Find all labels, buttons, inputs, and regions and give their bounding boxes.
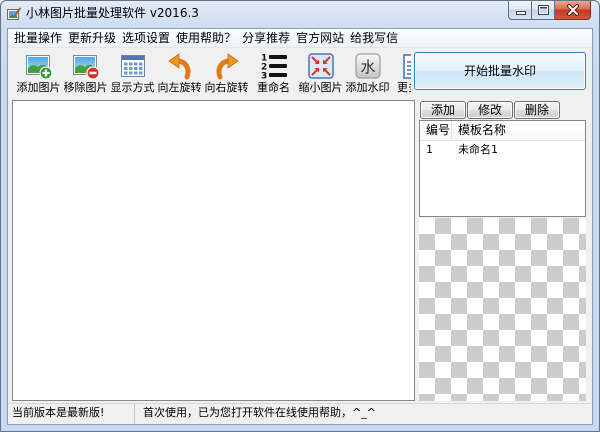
template-list[interactable]: 编号 模板名称 1 未命名1 — [419, 120, 586, 217]
view-mode-button[interactable]: 显示方式 — [109, 48, 156, 99]
column-header-number[interactable]: 编号 — [420, 121, 452, 140]
add-image-icon — [25, 52, 53, 80]
rename-icon: 1 2 3 — [260, 52, 288, 80]
menu-help[interactable]: 使用帮助？ — [173, 29, 239, 47]
shrink-image-label: 缩小图片 — [298, 81, 343, 94]
column-header-template-name[interactable]: 模板名称 — [452, 121, 585, 140]
watermark-preview — [419, 218, 586, 401]
more-button[interactable]: 更多 — [391, 48, 411, 99]
rotate-right-label: 向右旋转 — [204, 81, 249, 94]
template-delete-button[interactable]: 删除 — [514, 101, 560, 119]
rename-icon-digit: 3 — [261, 72, 267, 81]
template-list-header: 编号 模板名称 — [420, 121, 585, 141]
status-bar: 当前版本是最新版! 首次使用，已为您打开软件在线使用帮助，^_^ — [8, 403, 592, 424]
rotate-left-icon — [166, 52, 194, 80]
remove-image-icon — [72, 52, 100, 80]
view-mode-icon — [119, 52, 147, 80]
template-add-button[interactable]: 添加 — [420, 101, 466, 119]
rotate-right-button[interactable]: 向右旋转 — [203, 48, 250, 99]
table-row[interactable]: 1 未命名1 — [420, 141, 585, 158]
status-version: 当前版本是最新版! — [8, 404, 135, 424]
watermark-icon-glyph: 水 — [360, 58, 375, 76]
menu-write-to-me[interactable]: 给我写信 — [347, 29, 401, 47]
watermark-icon: 水 — [354, 52, 382, 80]
app-icon[interactable] — [7, 7, 21, 21]
template-edit-button[interactable]: 修改 — [467, 101, 513, 119]
image-list-panel[interactable] — [12, 100, 415, 401]
menu-options[interactable]: 选项设置 — [119, 29, 173, 47]
shrink-image-icon — [307, 52, 335, 80]
rename-label: 重命名 — [257, 81, 290, 94]
view-mode-label: 显示方式 — [110, 81, 155, 94]
rename-button[interactable]: 1 2 3 重命名 — [250, 48, 297, 99]
close-button[interactable] — [555, 1, 591, 20]
shrink-image-button[interactable]: 缩小图片 — [297, 48, 344, 99]
menu-update[interactable]: 更新升级 — [65, 29, 119, 47]
app-window: 小林图片批量处理软件 v2016.3 批量操作 更新升级 选项设置 使用帮助？ … — [0, 0, 600, 432]
status-message: 首次使用，已为您打开软件在线使用帮助，^_^ — [143, 406, 376, 419]
minimize-icon — [516, 11, 526, 15]
remove-image-label: 移除图片 — [63, 81, 108, 94]
close-icon — [567, 4, 579, 16]
template-name-cell: 未命名1 — [458, 143, 498, 156]
more-icon — [401, 52, 411, 80]
menu-share[interactable]: 分享推荐 — [239, 29, 293, 47]
client-area: 批量操作 更新升级 选项设置 使用帮助？ 分享推荐 官方网站 给我写信 添加图片… — [8, 29, 592, 424]
rotate-left-button[interactable]: 向左旋转 — [156, 48, 203, 99]
add-image-label: 添加图片 — [16, 81, 61, 94]
more-label: 更多 — [397, 81, 411, 94]
add-watermark-label: 添加水印 — [345, 81, 390, 94]
menu-batch-operations[interactable]: 批量操作 — [11, 29, 65, 47]
minimize-button[interactable] — [508, 1, 532, 20]
maximize-button[interactable] — [532, 1, 555, 20]
toolbar: 添加图片 移除图片 显示方式 向左旋转 向右旋转 1 2 3 重命名 缩小图片 … — [12, 48, 411, 99]
template-number-cell: 1 — [426, 143, 433, 156]
start-batch-watermark-button[interactable]: 开始批量水印 — [414, 52, 586, 90]
add-watermark-button[interactable]: 水 添加水印 — [344, 48, 391, 99]
add-image-button[interactable]: 添加图片 — [15, 48, 62, 99]
menu-official-site[interactable]: 官方网站 — [293, 29, 347, 47]
rotate-right-icon — [213, 52, 241, 80]
menu-bar: 批量操作 更新升级 选项设置 使用帮助？ 分享推荐 官方网站 给我写信 — [8, 29, 592, 48]
remove-image-button[interactable]: 移除图片 — [62, 48, 109, 99]
window-title: 小林图片批量处理软件 v2016.3 — [26, 6, 199, 20]
rotate-left-label: 向左旋转 — [157, 81, 202, 94]
maximize-icon — [538, 5, 549, 15]
